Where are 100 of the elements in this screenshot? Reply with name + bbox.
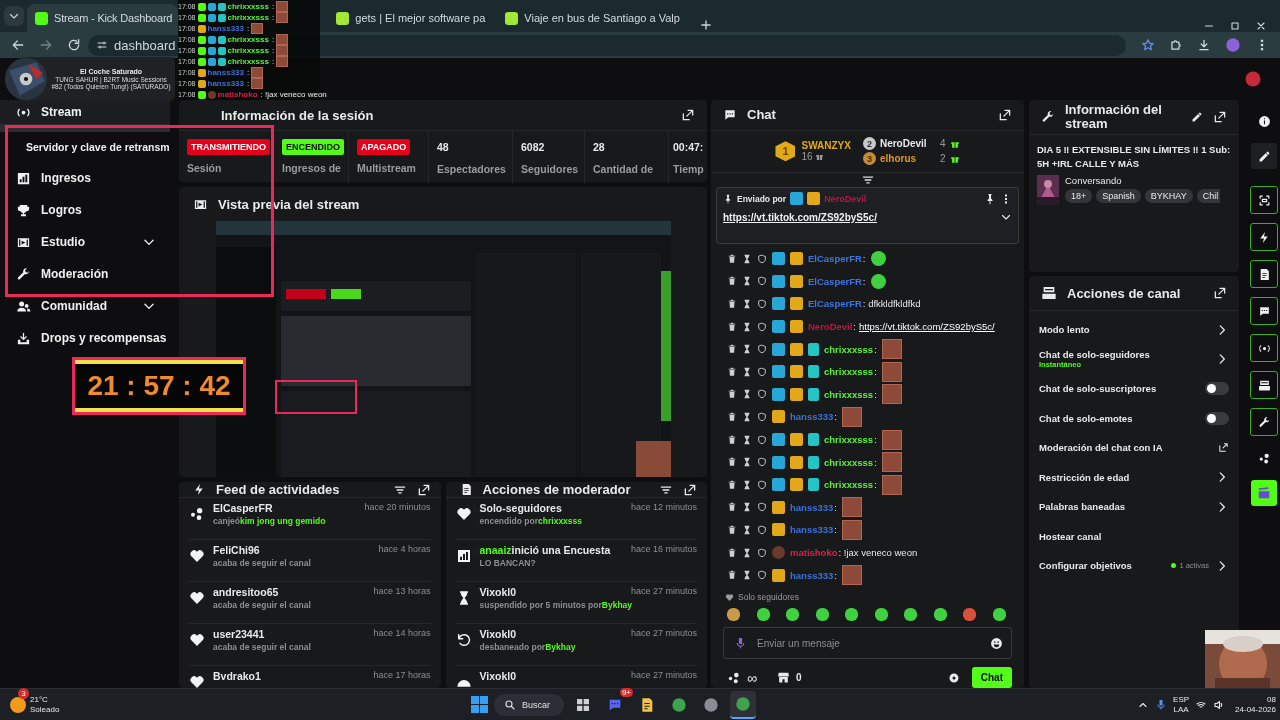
shield-icon[interactable] (757, 411, 767, 422)
sidebar-item[interactable]: Ingresos (0, 162, 170, 194)
emote-icon[interactable] (933, 608, 947, 622)
emote-icon[interactable] (904, 608, 918, 622)
hourglass-icon[interactable] (742, 321, 752, 332)
delete-icon[interactable] (727, 570, 737, 581)
scan-frame-icon[interactable] (1257, 193, 1271, 207)
hourglass-icon[interactable] (742, 524, 752, 535)
shield-icon[interactable] (757, 434, 767, 445)
hourglass-icon[interactable] (742, 547, 752, 558)
settings-icon[interactable] (947, 671, 960, 684)
taskbar-search[interactable]: Buscar (494, 693, 565, 716)
message-field[interactable]: Enviar un mensaje (723, 627, 1012, 659)
popout-icon[interactable] (1213, 110, 1227, 124)
weather-icon[interactable] (10, 696, 26, 713)
tab-list-button[interactable] (4, 6, 24, 26)
shield-icon[interactable] (757, 253, 767, 264)
clapper-icon[interactable] (1257, 486, 1271, 500)
popout-icon[interactable] (998, 107, 1012, 122)
emote-icon[interactable] (963, 608, 977, 622)
browser-tab[interactable]: Viaje en bus de Santiago a Valp (497, 4, 692, 32)
tag[interactable]: 18+ (1065, 188, 1093, 203)
start-button[interactable] (471, 696, 489, 713)
delete-icon[interactable] (727, 457, 737, 468)
popout-icon[interactable] (1213, 286, 1227, 300)
toggle-switch[interactable] (1205, 411, 1229, 425)
delete-icon[interactable] (727, 389, 737, 400)
delete-icon[interactable] (727, 253, 737, 264)
sidebar-item[interactable]: Estudio (0, 226, 170, 258)
shield-icon[interactable] (757, 502, 767, 513)
delete-icon[interactable] (727, 502, 737, 513)
shield-icon[interactable] (757, 524, 767, 535)
pencil-icon[interactable] (1191, 111, 1203, 123)
hourglass-icon[interactable] (742, 276, 752, 287)
channel-action-row[interactable]: Chat de solo-emotes (1039, 403, 1229, 433)
channel-action-row[interactable]: Palabras baneadas (1039, 492, 1229, 522)
link[interactable]: https://vt.tiktok.com/ZS92byS5c/ (723, 211, 877, 223)
delete-icon[interactable] (727, 411, 737, 422)
chat-send-button[interactable]: Chat (971, 667, 1012, 688)
hourglass-icon[interactable] (742, 298, 752, 309)
sidebar-item[interactable]: Servidor y clave de retransm (0, 132, 170, 162)
extensions-icon[interactable] (1169, 38, 1183, 52)
back-icon[interactable] (11, 38, 25, 52)
language-indicator[interactable]: ESP LAA (1173, 694, 1190, 715)
panel-stack-icon[interactable] (1257, 378, 1271, 392)
info-icon[interactable] (1257, 114, 1271, 128)
emote-icon[interactable] (992, 608, 1006, 622)
emoji-icon[interactable] (990, 636, 1003, 650)
hourglass-icon[interactable] (742, 479, 752, 490)
delete-icon[interactable] (727, 321, 737, 332)
tag[interactable]: BYKHAY (1144, 188, 1193, 203)
delete-icon[interactable] (727, 434, 737, 445)
browser-tab[interactable]: gets | El mejor software pa (328, 4, 498, 32)
delete-icon[interactable] (727, 547, 737, 558)
tag[interactable]: Spanish (1096, 188, 1141, 203)
hourglass-icon[interactable] (742, 366, 752, 377)
user-avatar-icon[interactable] (1244, 70, 1262, 88)
delete-icon[interactable] (727, 276, 737, 287)
dots-cluster-icon[interactable] (1257, 451, 1271, 465)
popout-icon[interactable] (683, 482, 697, 497)
hourglass-icon[interactable] (742, 457, 752, 468)
sidebar-item[interactable]: Comunidad (0, 290, 170, 322)
channel-action-row[interactable]: Moderación del chat con IA (1039, 433, 1229, 463)
hourglass-icon[interactable] (742, 389, 752, 400)
emote-icon[interactable] (756, 608, 770, 622)
popout-icon[interactable] (416, 482, 431, 497)
download-icon[interactable] (1197, 38, 1211, 52)
emote-icon[interactable] (845, 608, 859, 622)
shield-icon[interactable] (757, 298, 767, 309)
channel-action-row[interactable]: Modo lento (1039, 315, 1229, 345)
shield-icon[interactable] (757, 479, 767, 490)
lightning-icon[interactable] (1257, 230, 1271, 244)
toggle-switch[interactable] (1205, 382, 1229, 396)
browser-tab[interactable]: Stream - Kick Dashboard (27, 4, 179, 32)
message-input[interactable]: Enviar un mensaje (755, 636, 982, 650)
maximize-icon[interactable] (1229, 20, 1241, 32)
shield-icon[interactable] (757, 366, 767, 377)
sidebar-item[interactable]: Drops y recompensas (0, 322, 170, 354)
hourglass-icon[interactable] (742, 570, 752, 581)
delete-icon[interactable] (727, 344, 737, 355)
hourglass-icon[interactable] (742, 434, 752, 445)
sidebar-item[interactable]: Moderación (0, 258, 170, 290)
profile-icon[interactable] (1225, 37, 1241, 53)
channel-action-row[interactable]: Chat de solo-suscriptores (1039, 374, 1229, 404)
wrench-icon[interactable] (1257, 415, 1271, 429)
reload-icon[interactable] (67, 38, 81, 52)
emote-icon[interactable] (815, 608, 829, 622)
emote-icon[interactable] (786, 608, 800, 622)
close-icon[interactable] (1255, 20, 1267, 32)
delete-icon[interactable] (727, 298, 737, 309)
pencil-icon[interactable] (1257, 149, 1271, 163)
shield-icon[interactable] (757, 344, 767, 355)
shield-icon[interactable] (757, 276, 767, 287)
hourglass-icon[interactable] (742, 411, 752, 422)
store-icon[interactable] (777, 671, 790, 684)
forward-icon[interactable] (39, 38, 53, 52)
delete-icon[interactable] (727, 524, 737, 535)
delete-icon[interactable] (727, 366, 737, 377)
emote-icon[interactable] (727, 608, 740, 622)
sidebar-item[interactable]: Logros (0, 194, 170, 226)
